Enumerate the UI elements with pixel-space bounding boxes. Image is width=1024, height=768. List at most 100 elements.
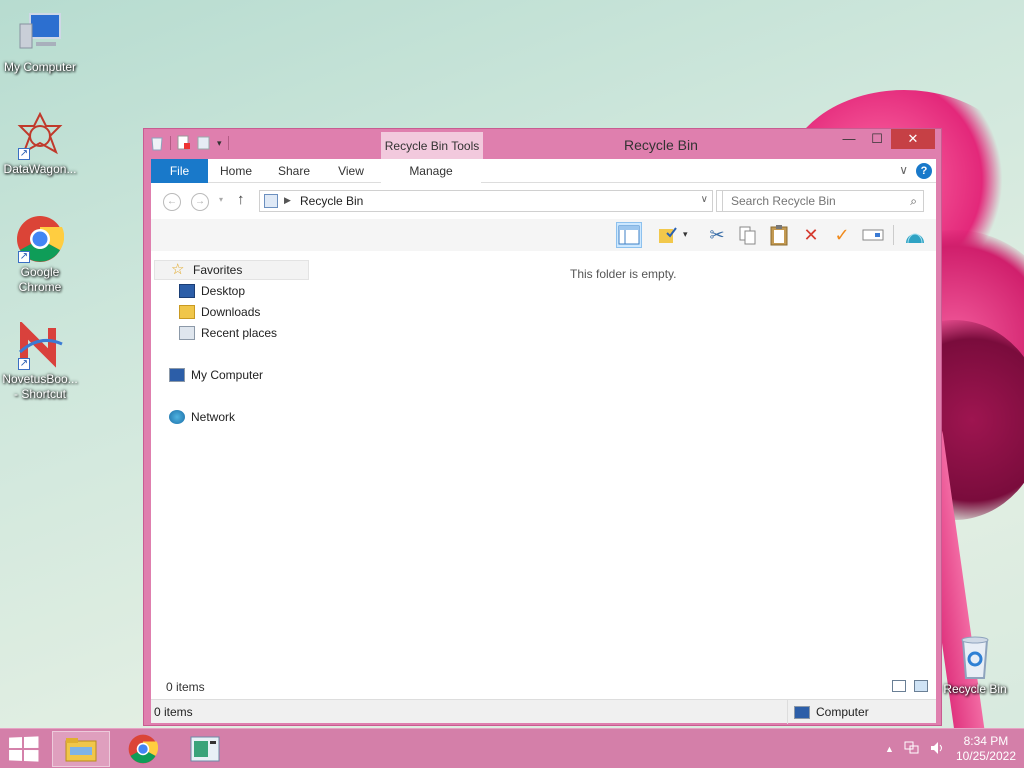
desktop-icon-label: Google Chrome [18, 265, 62, 294]
search-box[interactable]: ⌕ [722, 190, 924, 212]
app-window-icon [190, 736, 220, 762]
computer-status-icon [794, 705, 810, 719]
desktop-icon-google-chrome[interactable]: ↗ Google Chrome [1, 215, 79, 295]
taskbar-app[interactable] [176, 731, 234, 767]
recycle-bin-location-icon [264, 194, 278, 208]
empty-folder-message: This folder is empty. [570, 267, 677, 281]
checkmark-icon[interactable]: ✓ [829, 222, 855, 248]
nav-item-my-computer[interactable]: My Computer [169, 365, 263, 385]
new-folder-icon[interactable] [197, 135, 211, 151]
address-bar[interactable]: ▶ Recycle Bin ∨ [259, 190, 713, 212]
start-button[interactable] [9, 736, 39, 762]
chrome-icon: ↗ [16, 215, 65, 263]
window-title: Recycle Bin [624, 137, 698, 153]
window-controls: — ☐ ✕ [835, 129, 935, 149]
ribbon-expand-icon[interactable]: ∨ [899, 163, 908, 177]
tab-share[interactable]: Share [269, 159, 319, 183]
network-tray-icon[interactable] [904, 741, 920, 758]
address-path: Recycle Bin [300, 194, 364, 208]
desktop-icon-label: DataWagon... [3, 162, 77, 176]
tab-manage[interactable]: Manage [381, 159, 481, 183]
tab-view[interactable]: View [327, 159, 375, 183]
desktop-icon-novetus[interactable]: ↗ NovetusBoo... - Shortcut [1, 320, 79, 402]
tab-home[interactable]: Home [213, 159, 259, 183]
file-explorer-icon [65, 738, 97, 762]
properties-icon[interactable] [177, 135, 191, 151]
network-icon [169, 410, 185, 424]
recycle-bin-small-icon [150, 135, 164, 151]
recycle-bin-icon [951, 632, 999, 680]
quick-access-toolbar: ▾ [150, 135, 229, 151]
recycle-bin-tools-tab: Recycle Bin Tools [381, 132, 483, 159]
shortcut-arrow-icon: ↗ [18, 251, 30, 263]
show-hidden-icons[interactable]: ▲ [885, 744, 894, 754]
up-arrow-icon[interactable]: ↑ [237, 191, 245, 208]
recent-places-icon [179, 326, 195, 340]
computer-small-icon [169, 368, 185, 382]
desktop-icon-label: NovetusBoo... - Shortcut [2, 372, 78, 401]
navigation-bar: ← → ▾ ↑ ▶ Recycle Bin ∨ ↻ ⌕ [151, 183, 936, 219]
minimize-button[interactable]: — [835, 129, 863, 149]
dropdown-arrow-icon[interactable]: ▾ [683, 229, 688, 240]
copy-icon[interactable] [735, 222, 761, 248]
command-toolbar: ▾ ✂ ✕ ✓ [151, 219, 936, 251]
taskbar: ▲ 8:34 PM 10/25/2022 [0, 728, 1024, 768]
shell-globe-icon[interactable] [902, 222, 928, 248]
shortcut-arrow-icon: ↗ [18, 148, 30, 160]
desktop-icon-label: My Computer [3, 60, 77, 74]
desktop-icon-my-computer[interactable]: My Computer [1, 10, 79, 75]
explorer-content: ← → ▾ ↑ ▶ Recycle Bin ∨ ↻ ⌕ ▾ [151, 183, 936, 699]
datawagon-icon: ↗ [16, 111, 64, 160]
ribbon-tabs: File Home Share View Manage ∨ ? [151, 159, 936, 183]
paste-icon[interactable] [766, 222, 792, 248]
navigation-pane: ☆ Favorites Desktop Downloads Recent pla… [151, 251, 311, 671]
nav-item-recent-places[interactable]: Recent places [179, 323, 277, 343]
desktop-icon-datawagon[interactable]: ↗ DataWagon... [1, 111, 79, 177]
taskbar-file-explorer[interactable] [52, 731, 110, 767]
back-button[interactable]: ← [163, 193, 181, 211]
nav-item-network[interactable]: Network [169, 407, 235, 427]
tab-file[interactable]: File [151, 159, 208, 183]
shortcut-arrow-icon: ↗ [18, 358, 30, 370]
status-location: Computer [787, 700, 869, 724]
nav-item-favorites[interactable]: ☆ Favorites [154, 260, 309, 280]
recent-locations-icon[interactable]: ▾ [219, 195, 223, 204]
nav-item-downloads[interactable]: Downloads [179, 302, 260, 322]
computer-icon [16, 10, 64, 58]
customize-qat-icon[interactable]: ▾ [217, 138, 222, 149]
novetus-icon: ↗ [16, 320, 64, 370]
explorer-window: ▾ Recycle Bin Tools Recycle Bin — ☐ ✕ Fi… [143, 128, 942, 726]
desktop-icon [179, 284, 195, 298]
details-view-icon[interactable] [892, 680, 906, 692]
nav-item-desktop[interactable]: Desktop [179, 281, 245, 301]
volume-icon[interactable] [930, 741, 946, 758]
search-input[interactable] [723, 191, 898, 211]
title-bar[interactable]: ▾ Recycle Bin Tools Recycle Bin — ☐ ✕ [144, 129, 941, 159]
star-icon: ☆ [171, 261, 185, 278]
forward-button[interactable]: → [191, 193, 209, 211]
maximize-button[interactable]: ☐ [863, 129, 891, 149]
clock-date: 10/25/2022 [955, 749, 1016, 763]
select-folder-icon[interactable] [655, 222, 681, 248]
downloads-folder-icon [179, 305, 195, 319]
status-items-count: 0 items [154, 705, 193, 719]
large-icons-view-icon[interactable] [914, 680, 928, 692]
chrome-icon [128, 734, 158, 764]
breadcrumb-arrow-icon[interactable]: ▶ [284, 195, 291, 206]
rename-icon[interactable] [860, 222, 886, 248]
delete-icon[interactable]: ✕ [798, 222, 824, 248]
help-icon[interactable]: ? [916, 163, 932, 179]
desktop-icon-label: Recycle Bin [943, 682, 1007, 696]
desktop-icon-recycle-bin[interactable]: Recycle Bin [936, 632, 1014, 697]
view-switcher [892, 680, 928, 692]
clock[interactable]: 8:34 PM 10/25/2022 [956, 734, 1016, 764]
items-count: 0 items [166, 680, 205, 694]
cut-icon[interactable]: ✂ [704, 222, 730, 248]
address-dropdown-icon[interactable]: ∨ [701, 194, 708, 205]
status-bar: 0 items Computer [151, 699, 936, 724]
taskbar-chrome[interactable] [114, 731, 172, 767]
preview-pane-button[interactable] [616, 222, 642, 248]
close-button[interactable]: ✕ [891, 129, 935, 149]
search-icon[interactable]: ⌕ [910, 194, 917, 209]
system-tray: ▲ 8:34 PM 10/25/2022 [885, 729, 1016, 768]
